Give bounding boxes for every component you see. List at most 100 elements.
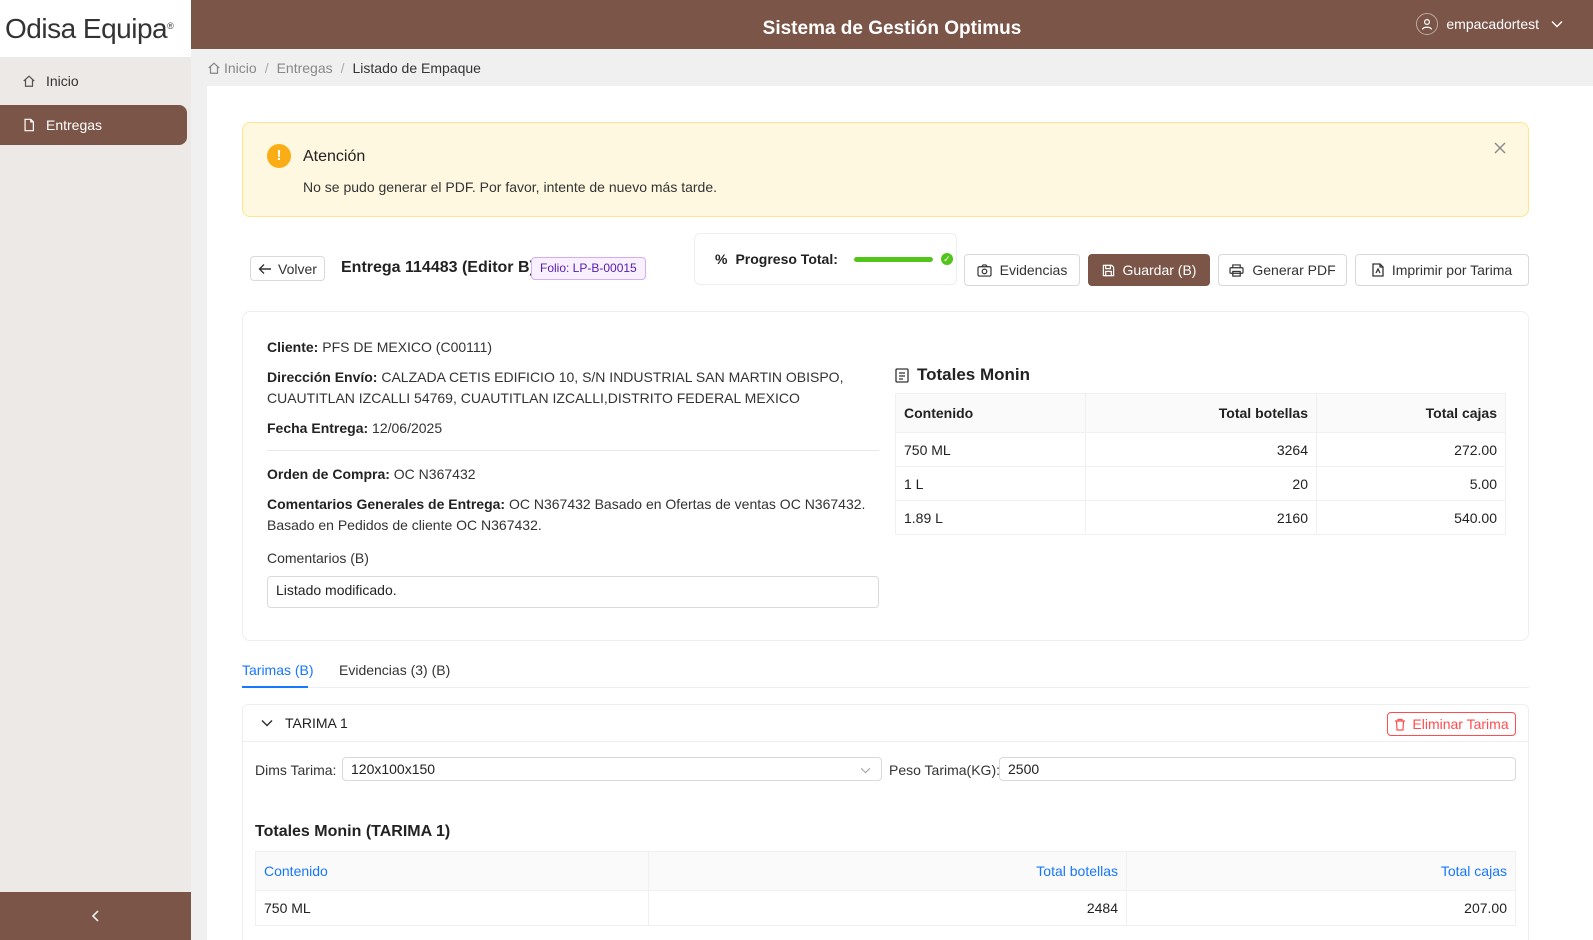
- tabs: Tarimas (B) Evidencias (3) (B): [242, 656, 1529, 688]
- progress-fill: [853, 256, 933, 262]
- address-label: Dirección Envío:: [267, 369, 378, 385]
- main-content: ! Atención No se pudo generar el PDF. Po…: [207, 86, 1593, 940]
- general-comments-label: Comentarios Generales de Entrega:: [267, 496, 506, 512]
- top-bar: Sistema de Gestión Optimus empacadortest: [191, 0, 1593, 49]
- tab-evidencias[interactable]: Evidencias (3) (B): [339, 662, 450, 678]
- column-header[interactable]: Total botellas: [648, 851, 1127, 891]
- chevron-down-icon: [1551, 21, 1563, 28]
- print-by-pallet-button[interactable]: Imprimir por Tarima: [1355, 254, 1529, 286]
- table-header-row: Contenido Total botellas Total cajas: [895, 393, 1506, 433]
- pallet-totals-table: Contenido Total botellas Total cajas 750…: [255, 851, 1516, 926]
- table-cell: 750 ML: [255, 890, 649, 926]
- save-button[interactable]: Guardar (B): [1088, 254, 1210, 286]
- printer-icon: [1229, 263, 1244, 277]
- file-icon: [24, 118, 34, 132]
- breadcrumb-entregas[interactable]: Entregas: [277, 60, 333, 76]
- progress-bar: [853, 256, 933, 262]
- comments-label: Comentarios (B): [267, 550, 369, 566]
- weight-label: Peso Tarima(KG):: [889, 762, 1000, 778]
- breadcrumb-home[interactable]: Inicio: [224, 60, 257, 76]
- progress-label: Progreso Total:: [735, 251, 838, 267]
- tab-tarimas[interactable]: Tarimas (B): [242, 662, 314, 678]
- active-tab-indicator: [242, 686, 308, 688]
- back-label: Volver: [278, 260, 317, 277]
- column-header[interactable]: Contenido: [255, 851, 649, 891]
- client-label: Cliente:: [267, 339, 319, 355]
- sidebar-item-entregas[interactable]: Entregas: [0, 105, 187, 145]
- column-header: Total botellas: [1085, 393, 1317, 433]
- save-icon: [1102, 264, 1114, 276]
- purchase-order-value: OC N367432: [393, 466, 476, 482]
- table-row: 1 L 20 5.00: [895, 466, 1506, 501]
- totals-title-text: Totales Monin: [917, 365, 1031, 384]
- username: empacadortest: [1446, 16, 1539, 32]
- delivery-title: Entrega 114483 (Editor B): [341, 259, 535, 276]
- table-cell: 540.00: [1316, 500, 1506, 535]
- sidebar: Odisa Equipa ® Inicio Entregas: [0, 0, 191, 940]
- back-button[interactable]: Volver: [250, 256, 325, 281]
- logo-text: Odisa Equipa: [5, 12, 168, 44]
- dims-select[interactable]: 120x100x150: [342, 757, 882, 781]
- sidebar-collapse-button[interactable]: [0, 892, 191, 940]
- table-cell: 1.89 L: [895, 500, 1086, 535]
- save-label: Guardar (B): [1122, 262, 1197, 278]
- table-cell: 207.00: [1126, 890, 1516, 926]
- pallet-name: TARIMA 1: [285, 715, 348, 731]
- purchase-order-label: Orden de Compra:: [267, 466, 390, 482]
- table-cell: 5.00: [1316, 466, 1506, 501]
- delete-pallet-button[interactable]: Eliminar Tarima: [1387, 712, 1516, 736]
- progress-summary: % Progreso Total: ✓: [694, 233, 957, 285]
- evidencias-button[interactable]: Evidencias: [964, 254, 1080, 286]
- table-header-row: Contenido Total botellas Total cajas: [255, 851, 1516, 891]
- table-cell: 2160: [1085, 500, 1317, 535]
- pallet-header[interactable]: TARIMA 1: [243, 705, 1528, 742]
- totals-title: Totales Monin: [895, 365, 1030, 385]
- close-icon[interactable]: [1494, 141, 1506, 159]
- table-cell: 1 L: [895, 466, 1086, 501]
- folio-tag: Folio: LP-B-00015: [531, 257, 646, 280]
- divider: [267, 450, 879, 451]
- table-row: 1.89 L 2160 540.00: [895, 500, 1506, 535]
- table-cell: 272.00: [1316, 432, 1506, 467]
- chevron-down-icon: [261, 719, 273, 727]
- address-info: Dirección Envío: CALZADA CETIS EDIFICIO …: [267, 367, 879, 409]
- warning-alert: ! Atención No se pudo generar el PDF. Po…: [242, 122, 1529, 217]
- table-cell: 750 ML: [895, 432, 1086, 467]
- column-header: Total cajas: [1316, 393, 1506, 433]
- alert-title: Atención: [303, 148, 366, 165]
- user-menu[interactable]: empacadortest: [1416, 13, 1563, 35]
- client-info: Cliente: PFS DE MEXICO (C00111): [267, 337, 879, 358]
- generate-pdf-button[interactable]: Generar PDF: [1218, 254, 1347, 286]
- camera-icon: [977, 263, 992, 277]
- sidebar-item-label: Inicio: [46, 73, 79, 89]
- totals-table: Contenido Total botellas Total cajas 750…: [895, 393, 1506, 535]
- sidebar-item-label: Entregas: [46, 117, 103, 133]
- home-icon: [23, 75, 35, 87]
- warning-icon: !: [267, 144, 291, 168]
- column-header[interactable]: Total cajas: [1126, 851, 1516, 891]
- percent-icon: %: [715, 251, 728, 267]
- generate-pdf-label: Generar PDF: [1252, 262, 1336, 278]
- list-icon: [895, 367, 909, 383]
- column-header: Contenido: [895, 393, 1086, 433]
- breadcrumb-current: Listado de Empaque: [352, 60, 481, 76]
- tab-label: Tarimas (B): [242, 662, 314, 678]
- pallet-panel: TARIMA 1 Eliminar Tarima Dims Tarima: 12…: [242, 704, 1529, 940]
- general-comments-info: Comentarios Generales de Entrega: OC N36…: [267, 494, 879, 536]
- tab-label: Evidencias (3) (B): [339, 662, 451, 678]
- date-value: 12/06/2025: [372, 420, 443, 436]
- app-logo[interactable]: Odisa Equipa ®: [0, 0, 191, 57]
- logo-mark: ®: [167, 20, 174, 31]
- sidebar-item-inicio[interactable]: Inicio: [0, 61, 187, 101]
- weight-input[interactable]: 2500: [999, 757, 1516, 781]
- evidencias-label: Evidencias: [999, 262, 1068, 278]
- app-title: Sistema de Gestión Optimus: [762, 18, 1022, 39]
- dims-value: 120x100x150: [351, 761, 436, 777]
- chevron-down-icon: [860, 758, 871, 780]
- table-cell: 2484: [648, 890, 1127, 926]
- comments-textarea[interactable]: Listado modificado.: [267, 576, 879, 608]
- user-icon: [1416, 13, 1439, 35]
- check-circle-icon: ✓: [940, 253, 953, 265]
- breadcrumb: Inicio / Entregas / Listado de Empaque: [207, 60, 481, 76]
- breadcrumb-separator: /: [340, 60, 345, 76]
